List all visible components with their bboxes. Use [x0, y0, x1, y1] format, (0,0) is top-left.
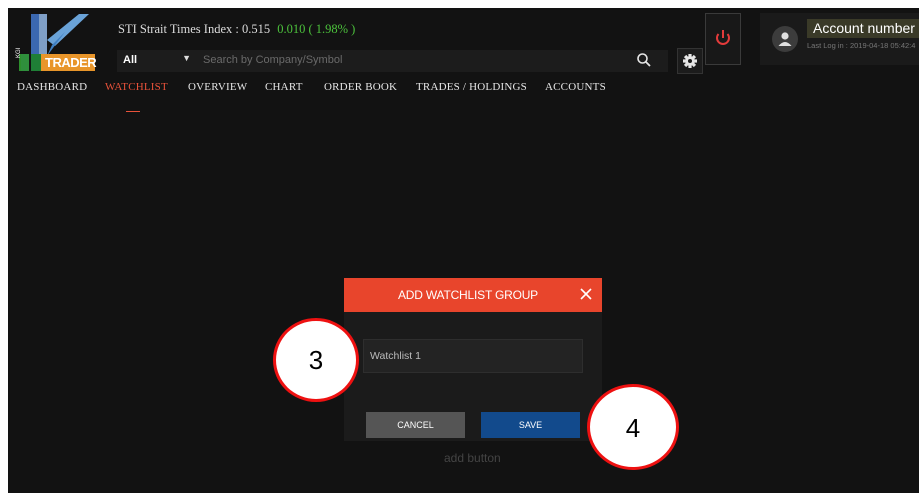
step-callout-4: 4 [587, 384, 679, 470]
logout-button[interactable] [705, 13, 741, 65]
dialog-title: ADD WATCHLIST GROUP [398, 288, 538, 302]
user-account-panel: Account number Last Log in : 2019-04-18 … [760, 13, 919, 65]
save-button[interactable]: SAVE [481, 412, 580, 438]
nav-order-book[interactable]: ORDER BOOK [324, 81, 397, 93]
gear-icon [683, 54, 697, 68]
ticker-value: 0.515 [241, 22, 271, 36]
search-input[interactable]: Search by Company/Symbol [195, 50, 668, 72]
sti-ticker: STI Strait Times Index : 0.515 0.010 ( 1… [118, 22, 355, 37]
dialog-header: ADD WATCHLIST GROUP [344, 278, 602, 312]
nav-watchlist[interactable]: WATCHLIST [105, 81, 168, 93]
ticker-label: STI Strait Times Index : [118, 22, 239, 36]
nav-trades-holdings[interactable]: TRADES / HOLDINGS [416, 81, 527, 93]
search-icon[interactable] [636, 52, 652, 68]
account-number: Account number [807, 19, 919, 38]
add-watchlist-group-dialog: ADD WATCHLIST GROUP CANCEL SAVE [344, 278, 602, 441]
close-icon[interactable] [578, 286, 594, 302]
ticker-change: 0.010 ( 1.98% ) [277, 22, 356, 36]
settings-button[interactable] [677, 48, 703, 74]
nav-accounts[interactable]: ACCOUNTS [545, 81, 606, 93]
power-icon [716, 30, 730, 45]
main-nav: DASHBOARD WATCHLIST OVERVIEW CHART ORDER… [8, 76, 919, 112]
last-login-text: Last Log in : 2019-04-18 05:42:4 [807, 41, 916, 50]
user-icon [778, 32, 792, 46]
cancel-button[interactable]: CANCEL [366, 412, 465, 438]
filter-value: All [123, 54, 138, 66]
market-filter-select[interactable]: All ▼ [117, 50, 195, 72]
top-header: KGI TRADER STI Strait Times Index : 0.51… [8, 8, 919, 76]
nav-chart[interactable]: CHART [265, 81, 303, 93]
dropdown-arrow-icon: ▼ [182, 53, 191, 63]
empty-hint-text: add button [444, 451, 501, 465]
avatar[interactable] [772, 26, 798, 52]
watchlist-name-input[interactable] [363, 339, 583, 373]
trading-app: KGI TRADER STI Strait Times Index : 0.51… [8, 8, 919, 493]
logo-word: TRADER [45, 55, 97, 70]
step-callout-3: 3 [273, 318, 359, 402]
logo-side-text: KGI [16, 47, 22, 58]
nav-dashboard[interactable]: DASHBOARD [17, 81, 87, 93]
nav-overview[interactable]: OVERVIEW [188, 81, 247, 93]
